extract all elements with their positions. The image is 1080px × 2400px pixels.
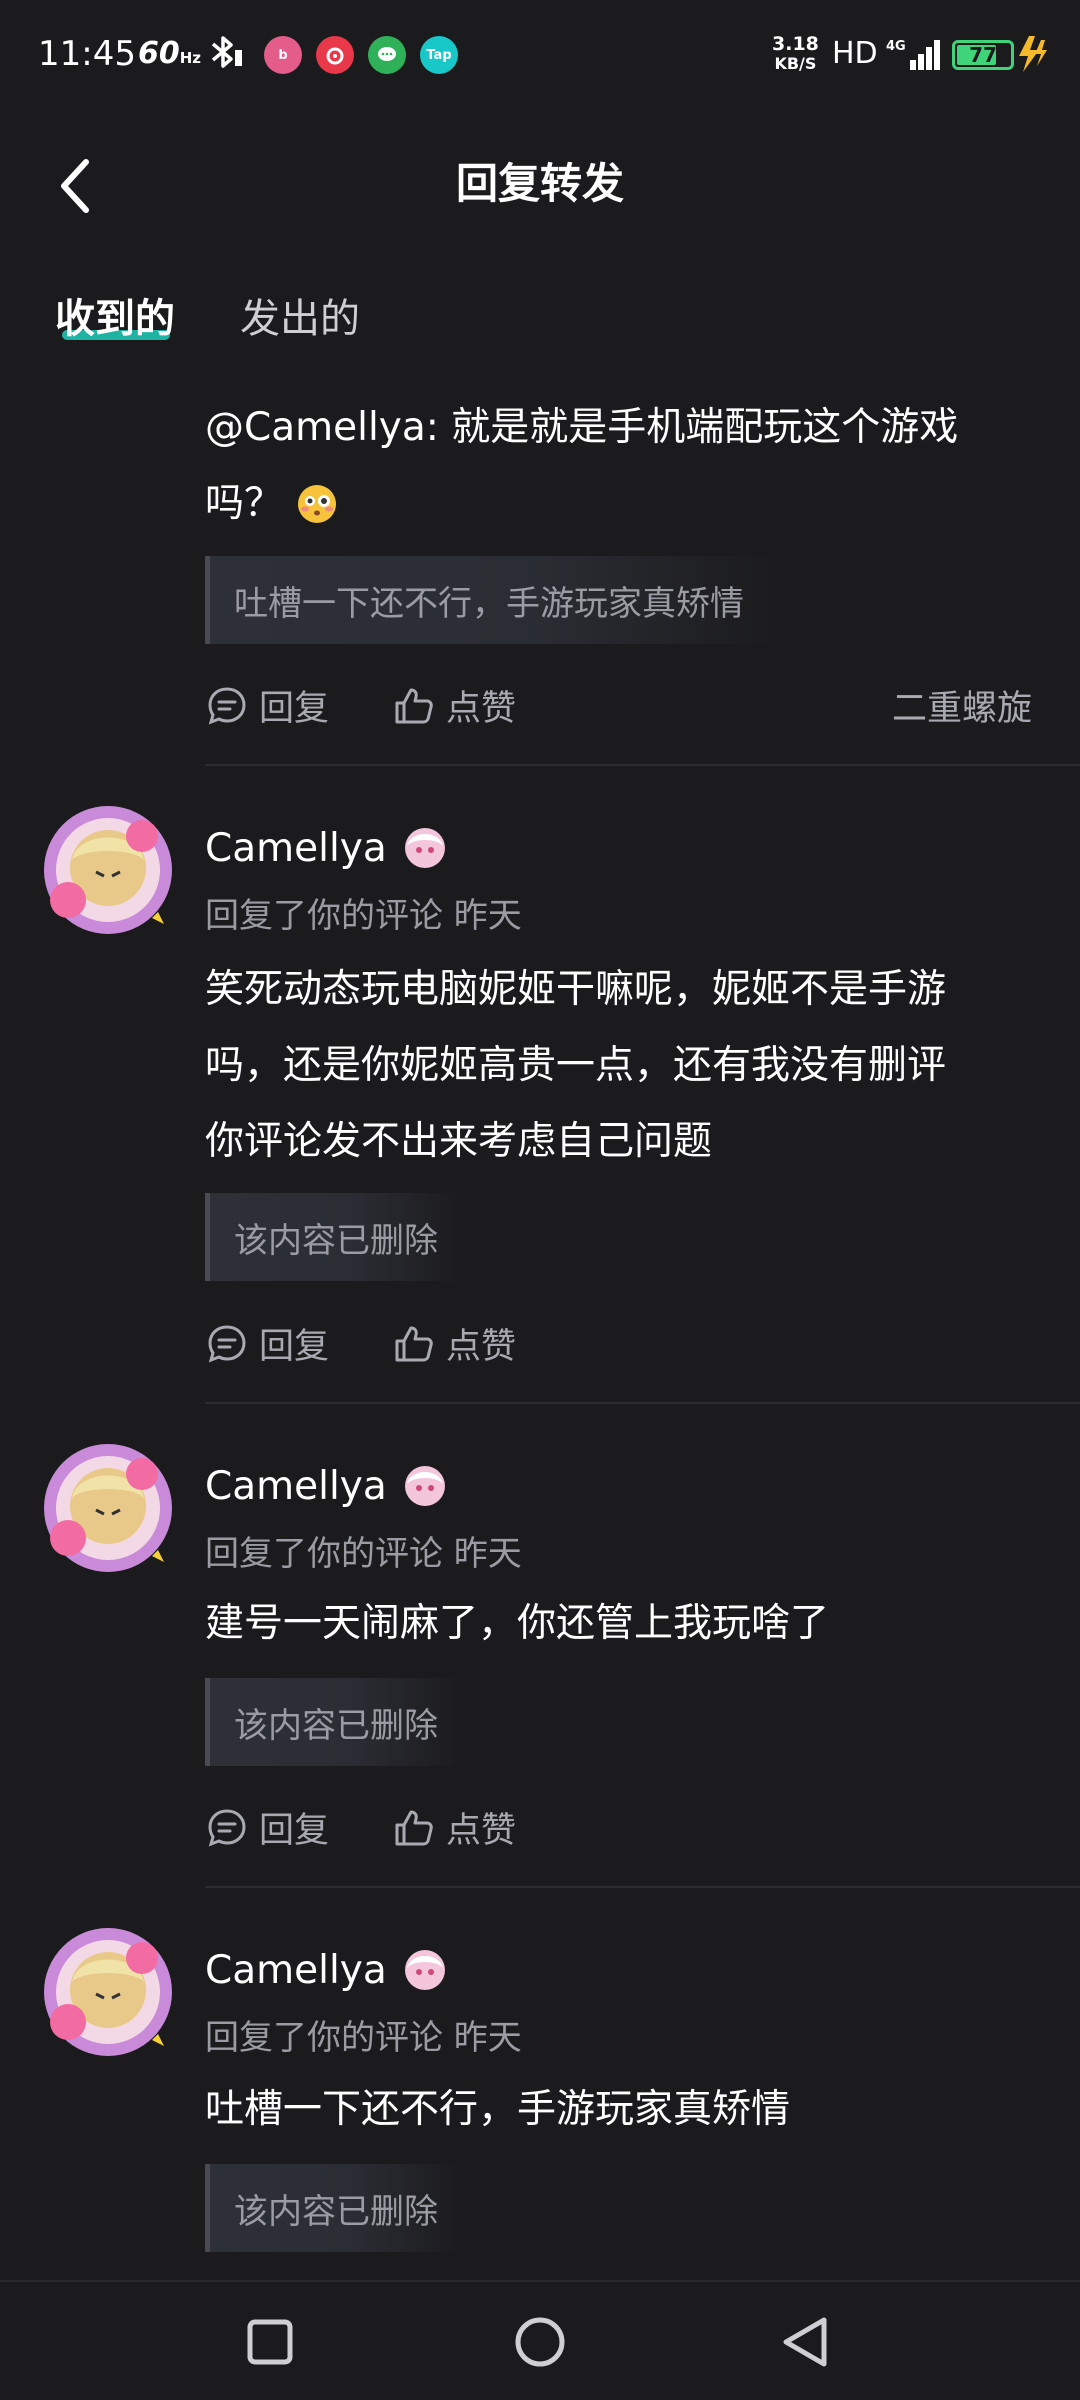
net-speed-value: 3.18 (772, 33, 819, 55)
reply-button[interactable]: 回复 (205, 680, 329, 731)
divider (205, 1402, 1080, 1404)
reply-label: 回复 (259, 1811, 330, 1851)
username[interactable]: Camellya (205, 1460, 451, 1512)
reply-button[interactable]: 回复 (205, 1318, 329, 1369)
comment-text-line: 你评论发不出来考虑自己问题 (205, 1119, 713, 1164)
reply-meta: 回复了你的评论 昨天 (205, 2018, 522, 2058)
square-recent-apps-icon[interactable] (240, 2312, 300, 2372)
username[interactable]: Camellya (205, 1944, 451, 1996)
comment-text: 笑死动态玩电脑妮姬干嘛呢，妮姬不是手游 吗，还是你妮姬高贵一点，还有我没有删评 … (205, 952, 946, 1180)
comment-text-line: @Camellya: 就是就是手机端配玩这个游戏 (205, 405, 959, 450)
reply-meta: 回复了你的评论 昨天 (205, 1534, 522, 1574)
refresh-rate-unit: Hz (179, 49, 202, 67)
battery-level: 77 (969, 43, 997, 67)
comment-text-line: 建号一天闹麻了，你还管上我玩啥了 (205, 1601, 830, 1646)
divider (205, 1886, 1080, 1888)
tab-sent[interactable]: 发出的 (240, 286, 360, 344)
flushed-face-emoji (298, 485, 337, 523)
bilibili-app-icon: b (264, 36, 302, 74)
like-button[interactable]: 点赞 (392, 680, 516, 731)
source-label[interactable]: 二重螺旋 (892, 680, 1032, 731)
quoted-comment[interactable]: 吐槽一下还不行，手游玩家真矫情 (205, 556, 785, 644)
reply-label: 回复 (259, 1327, 330, 1367)
comment-text-line: 吗，还是你妮姬高贵一点，还有我没有删评 (205, 1043, 947, 1088)
reply-icon (208, 686, 246, 724)
username-text: Camellya (205, 1463, 387, 1509)
net-speed-unit: KB/S (774, 54, 817, 73)
battery-icon: 77 (952, 40, 1014, 70)
chat-app-icon (368, 36, 406, 74)
user-badge-icon (404, 1466, 445, 1506)
like-label: 点赞 (446, 1327, 517, 1367)
thumbs-up-icon (395, 1326, 433, 1361)
avatar[interactable] (38, 1438, 178, 1578)
page-title: 回复转发 (455, 159, 624, 208)
triangle-back-icon[interactable] (776, 2312, 836, 2372)
reply-icon (208, 1324, 246, 1362)
system-nav-bar (0, 2280, 1080, 2400)
user-badge-icon (404, 828, 445, 868)
status-time: 11:45 (38, 34, 136, 74)
bluetooth-icon (211, 36, 242, 68)
comment-text-line: 吐槽一下还不行，手游玩家真矫情 (205, 2087, 791, 2132)
quoted-comment[interactable]: 该内容已删除 (205, 1678, 465, 1766)
username[interactable]: Camellya (205, 822, 451, 874)
username-text: Camellya (205, 825, 387, 871)
network-type: 4G (886, 39, 906, 54)
thumbs-up-icon (395, 688, 433, 723)
charging-icon (1019, 36, 1047, 72)
avatar[interactable] (38, 800, 178, 940)
comment-text-line: 笑死动态玩电脑妮姬干嘛呢，妮姬不是手游 (205, 967, 947, 1012)
quoted-comment[interactable]: 该内容已删除 (205, 1193, 465, 1281)
avatar[interactable] (38, 1922, 178, 2062)
user-badge-icon (404, 1950, 445, 1990)
thumbs-up-icon (395, 1810, 433, 1845)
taptap-label: Tap (426, 47, 452, 63)
divider (205, 764, 1080, 766)
like-label: 点赞 (446, 689, 517, 729)
hd-indicator: HD (832, 36, 878, 71)
like-button[interactable]: 点赞 (392, 1318, 516, 1369)
refresh-rate-value: 60 (138, 36, 180, 71)
comment-text: 建号一天闹麻了，你还管上我玩啥了 (205, 1586, 829, 1662)
refresh-rate: 60Hz (138, 36, 201, 71)
username-text: Camellya (205, 1947, 387, 1993)
tab-received[interactable]: 收到的 (55, 286, 175, 344)
taptap-app-icon: Tap (420, 36, 458, 74)
reply-meta: 回复了你的评论 昨天 (205, 896, 522, 936)
net-speed: 3.18 KB/S (772, 34, 819, 74)
netease-music-app-icon (316, 36, 354, 74)
like-label: 点赞 (446, 1811, 517, 1851)
comment-text-line: 吗？ (205, 481, 284, 526)
signal-icon: 4G (886, 39, 940, 70)
reply-label: 回复 (259, 689, 330, 729)
comment-text: @Camellya: 就是就是手机端配玩这个游戏 吗？ (205, 390, 958, 542)
circle-home-icon[interactable] (510, 2312, 570, 2372)
reply-icon (208, 1808, 246, 1846)
quoted-comment[interactable]: 该内容已删除 (205, 2164, 465, 2252)
comment-text: 吐槽一下还不行，手游玩家真矫情 (205, 2072, 790, 2148)
like-button[interactable]: 点赞 (392, 1802, 516, 1853)
reply-button[interactable]: 回复 (205, 1802, 329, 1853)
status-bar: 11:45 60Hz b Tap 3.18 KB/S HD 4G 77 (0, 0, 1080, 110)
